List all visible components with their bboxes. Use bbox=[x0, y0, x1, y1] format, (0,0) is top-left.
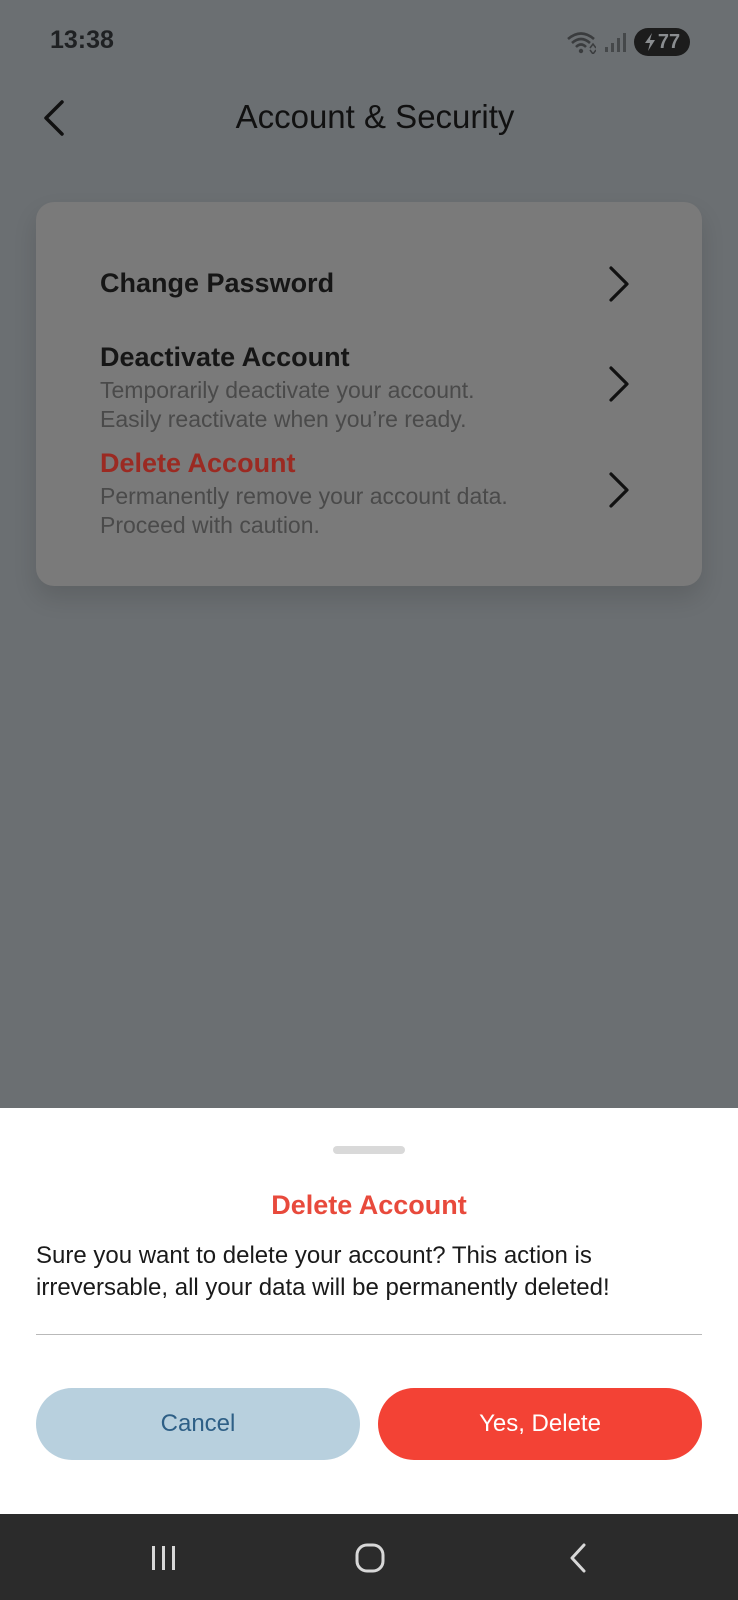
menu-item-title: Change Password bbox=[100, 268, 335, 298]
divider bbox=[36, 1334, 702, 1335]
menu-item-delete-account[interactable]: Delete Account Permanently remove your a… bbox=[36, 448, 702, 548]
wifi-icon bbox=[567, 32, 596, 54]
signal-icon bbox=[605, 33, 626, 52]
app-header: Account & Security bbox=[0, 84, 738, 154]
status-bar: 13:38 77 bbox=[0, 0, 738, 84]
confirm-delete-button[interactable]: Yes, Delete bbox=[378, 1388, 702, 1460]
menu-item-change-password[interactable]: Change Password bbox=[36, 250, 702, 310]
menu-item-deactivate-account[interactable]: Deactivate Account Temporarily deactivat… bbox=[36, 342, 702, 442]
menu-item-description-line1: Permanently remove your account data. bbox=[100, 483, 508, 509]
dialog-title: Delete Account bbox=[271, 1190, 467, 1220]
menu-item-title: Delete Account bbox=[100, 448, 296, 478]
sheet-drag-handle[interactable] bbox=[333, 1146, 405, 1154]
chevron-right-icon bbox=[609, 266, 629, 302]
back-nav-button[interactable] bbox=[548, 1536, 608, 1580]
page-title: Account & Security bbox=[235, 98, 515, 135]
battery-level: 77 bbox=[657, 30, 681, 53]
menu-item-title: Deactivate Account bbox=[100, 342, 350, 372]
cancel-button[interactable]: Cancel bbox=[36, 1388, 360, 1460]
system-navigation-bar bbox=[0, 1514, 738, 1600]
dialog-message: Sure you want to delete your account? Th… bbox=[36, 1242, 610, 1301]
charging-icon bbox=[644, 33, 655, 51]
delete-account-bottom-sheet: Delete Account Sure you want to delete y… bbox=[0, 1108, 738, 1514]
recent-apps-icon bbox=[152, 1546, 175, 1570]
chevron-right-icon bbox=[609, 472, 629, 508]
back-icon bbox=[570, 1543, 586, 1573]
menu-item-description-line2: Easily reactivate when you’re ready. bbox=[100, 406, 467, 432]
home-icon bbox=[355, 1543, 385, 1573]
menu-item-description-line1: Temporarily deactivate your account. bbox=[100, 377, 475, 403]
account-settings-card: Change Password Deactivate Account Tempo… bbox=[36, 202, 702, 586]
chevron-right-icon bbox=[609, 366, 629, 402]
menu-item-description-line2: Proceed with caution. bbox=[100, 512, 320, 538]
status-icons: 77 bbox=[566, 28, 690, 56]
recent-apps-button[interactable] bbox=[134, 1536, 194, 1580]
status-time: 13:38 bbox=[50, 26, 114, 54]
battery-icon: 77 bbox=[634, 28, 690, 56]
home-button[interactable] bbox=[340, 1536, 400, 1580]
